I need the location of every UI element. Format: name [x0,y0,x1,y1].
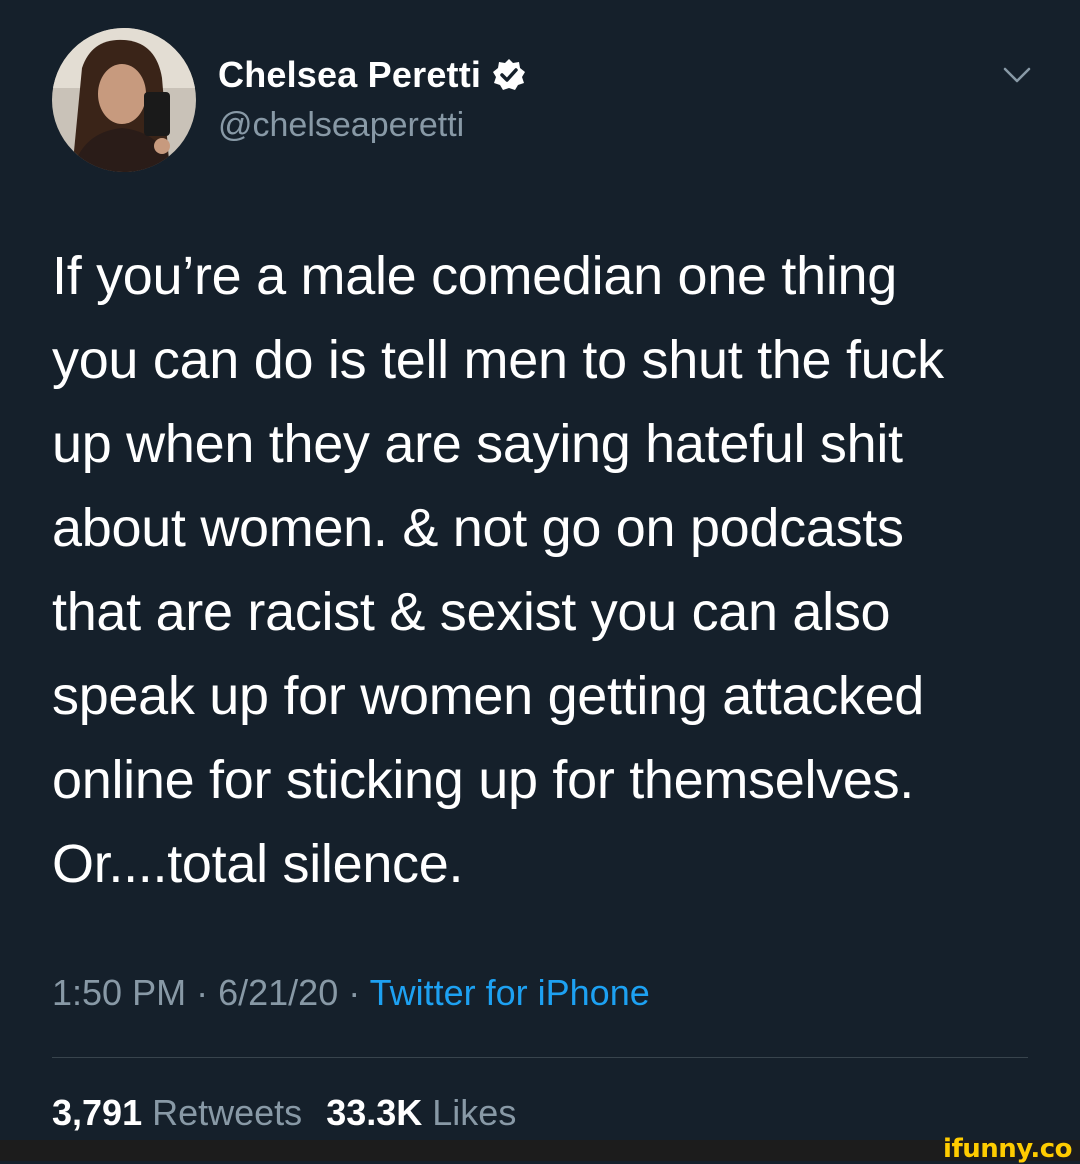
retweets-label: Retweets [152,1092,303,1133]
divider [52,1057,1028,1058]
tweet-source-link[interactable]: Twitter for iPhone [370,972,650,1013]
tweet-stats: 3,791 Retweets 33.3K Likes [52,1092,516,1134]
likes-stat[interactable]: 33.3K Likes [326,1092,516,1133]
meta-separator: · [196,972,209,1013]
likes-label: Likes [432,1092,517,1133]
author-name-row[interactable]: Chelsea Peretti [218,50,527,100]
tweet-date[interactable]: 6/21/20 [218,972,338,1013]
author-handle[interactable]: @chelseaperetti [218,106,464,145]
ifunny-watermark: ifunny.co [943,1134,1072,1164]
chevron-down-icon[interactable] [1000,60,1034,90]
watermark-bar [0,1140,1080,1161]
retweets-count: 3,791 [52,1092,143,1133]
tweet-text: If you’re a male comedian one thing you … [52,246,944,894]
author-display-name[interactable]: Chelsea Peretti [218,54,481,96]
likes-count: 33.3K [326,1092,423,1133]
tweet-metadata: 1:50 PM · 6/21/20 · Twitter for iPhone [52,972,650,1014]
tweet-time[interactable]: 1:50 PM [52,972,186,1013]
meta-separator: · [348,972,361,1013]
retweets-stat[interactable]: 3,791 Retweets [52,1092,302,1133]
verified-badge-icon [491,57,527,93]
avatar[interactable] [52,28,196,172]
